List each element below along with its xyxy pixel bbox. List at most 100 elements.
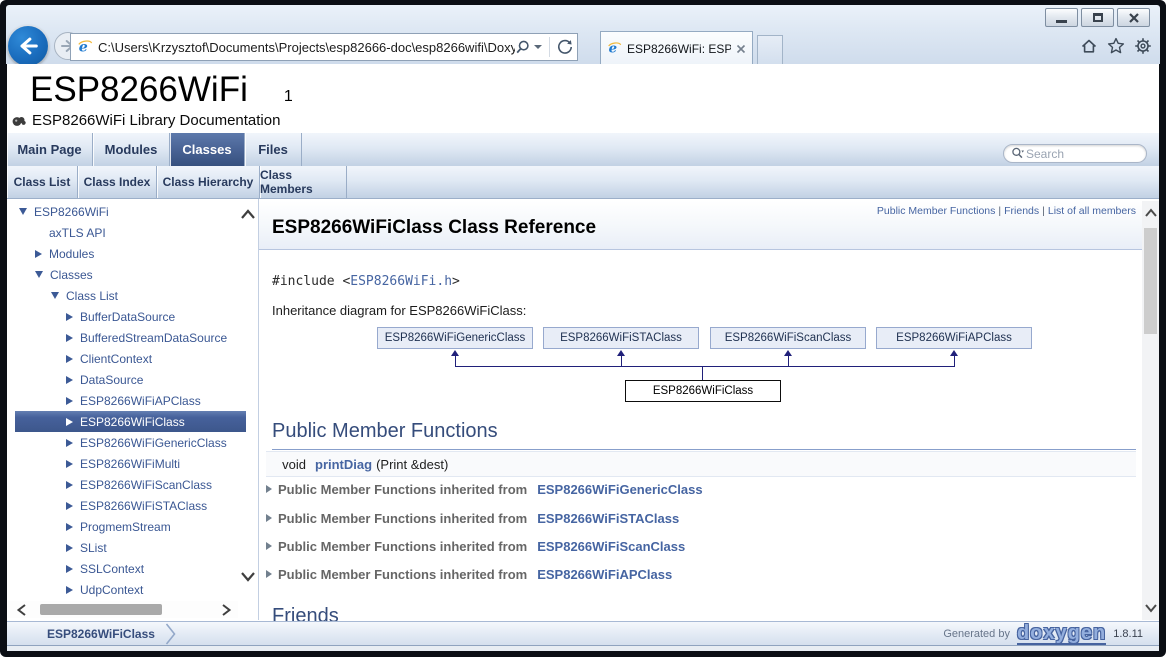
address-dropdown-icon[interactable] <box>534 45 542 49</box>
member-name-link[interactable]: printDiag <box>315 457 372 472</box>
tab-modules[interactable]: Modules <box>93 133 170 166</box>
summary-link-public-member-functions[interactable]: Public Member Functions <box>877 205 995 217</box>
breadcrumb-item[interactable]: ESP8266WiFiClass <box>47 627 155 641</box>
tree-item-clientcontext[interactable]: ClientContext <box>66 348 290 369</box>
tree-item-modules[interactable]: Modules <box>35 243 259 264</box>
tree-item-axtls-api[interactable]: axTLS API <box>35 222 259 243</box>
tree-item-esp8266wifimulti[interactable]: ESP8266WiFiMulti <box>66 453 290 474</box>
inherited-section-apclass[interactable]: Public Member Functions inherited from E… <box>266 561 672 587</box>
refresh-icon[interactable] <box>557 39 573 55</box>
horizontal-scroll-thumb[interactable] <box>40 604 162 615</box>
scroll-down-button[interactable] <box>1142 598 1159 618</box>
sidebar-scroll-down-icon[interactable] <box>240 571 256 583</box>
tree-item-bufferedstreamdatasource[interactable]: BufferedStreamDataSource <box>66 327 290 348</box>
scroll-right-icon[interactable] <box>221 603 232 617</box>
favorites-button[interactable] <box>1107 37 1125 55</box>
vertical-scroll-thumb[interactable] <box>1144 228 1157 334</box>
tree-item-esp8266wifistaclass[interactable]: ESP8266WiFiSTAClass <box>66 495 290 516</box>
tab-class-index[interactable]: Class Index <box>78 166 157 198</box>
tree-collapsed-icon[interactable] <box>66 523 73 531</box>
tab-close-icon[interactable] <box>736 44 746 54</box>
tree-collapsed-icon[interactable] <box>66 376 73 384</box>
tree-item-esp8266wifi[interactable]: ESP8266WiFi <box>19 201 243 222</box>
maximize-button[interactable] <box>1081 8 1114 27</box>
scroll-up-button[interactable] <box>1142 203 1159 223</box>
search-magnifier-icon[interactable] <box>1011 147 1024 160</box>
inherited-class-link[interactable]: ESP8266WiFiScanClass <box>537 539 685 554</box>
expand-arrow-icon[interactable] <box>266 514 272 522</box>
tree-expanded-icon[interactable] <box>35 271 43 278</box>
tree-item-esp8266wifigenericclass[interactable]: ESP8266WiFiGenericClass <box>66 432 290 453</box>
diagram-box-staclass[interactable]: ESP8266WiFiSTAClass <box>543 327 699 349</box>
home-button[interactable] <box>1080 37 1098 55</box>
tab-class-members[interactable]: Class Members <box>260 166 347 198</box>
tree-item-esp8266wificlass-selected[interactable]: ESP8266WiFiClass <box>15 411 246 432</box>
inherited-section-staclass[interactable]: Public Member Functions inherited from E… <box>266 505 679 531</box>
minimize-button[interactable] <box>1045 8 1078 27</box>
summary-link-all-members[interactable]: List of all members <box>1048 205 1136 217</box>
tab-files[interactable]: Files <box>245 133 302 166</box>
tree-collapsed-icon[interactable] <box>66 334 73 342</box>
tree-collapsed-icon[interactable] <box>66 565 73 573</box>
page-title: ESP8266WiFiClass Class Reference <box>272 217 596 239</box>
summary-link-friends[interactable]: Friends <box>1004 205 1039 217</box>
tree-item-esp8266wifiapclass[interactable]: ESP8266WiFiAPClass <box>66 390 290 411</box>
expand-arrow-icon[interactable] <box>266 485 272 493</box>
search-input[interactable] <box>1026 147 1140 161</box>
tab-main-page[interactable]: Main Page <box>7 133 93 166</box>
inherited-class-link[interactable]: ESP8266WiFiSTAClass <box>537 511 679 526</box>
tree-collapsed-icon[interactable] <box>66 460 73 468</box>
expand-arrow-icon[interactable] <box>266 570 272 578</box>
tree-item-datasource[interactable]: DataSource <box>66 369 290 390</box>
tree-collapsed-icon[interactable] <box>66 355 73 363</box>
tree-collapsed-icon[interactable] <box>66 397 73 405</box>
sidebar-scroll-up-icon[interactable] <box>240 208 256 220</box>
tree-item-class-list[interactable]: Class List <box>51 285 275 306</box>
scroll-left-icon[interactable] <box>16 603 27 617</box>
back-button[interactable] <box>8 26 48 66</box>
inherited-section-scanclass[interactable]: Public Member Functions inherited from E… <box>266 533 685 559</box>
tree-item-sslcontext[interactable]: SSLContext <box>66 558 290 579</box>
inherited-section-genericclass[interactable]: Public Member Functions inherited from E… <box>266 476 703 502</box>
tree-item-udpcontext[interactable]: UdpContext <box>66 579 290 600</box>
tree-item-slist[interactable]: SList <box>66 537 290 558</box>
include-file-link[interactable]: ESP8266WiFi.h <box>350 274 452 289</box>
tree-collapsed-icon[interactable] <box>66 586 73 594</box>
inherited-class-link[interactable]: ESP8266WiFiGenericClass <box>537 482 702 497</box>
doxygen-logo[interactable]: doxygen <box>1017 623 1106 645</box>
tree-collapsed-icon[interactable] <box>66 502 73 510</box>
tree-expanded-icon[interactable] <box>19 208 27 215</box>
diagram-box-genericclass[interactable]: ESP8266WiFiGenericClass <box>377 327 533 349</box>
tree-item-bufferdatasource[interactable]: BufferDataSource <box>66 306 290 327</box>
content-vertical-scrollbar[interactable] <box>1142 201 1159 620</box>
tree-item-progmemstream[interactable]: ProgmemStream <box>66 516 290 537</box>
close-icon <box>1128 12 1140 24</box>
tree-item-esp8266wifiscanclass[interactable]: ESP8266WiFiScanClass <box>66 474 290 495</box>
tree-collapsed-icon[interactable] <box>66 544 73 552</box>
sidebar-horizontal-scrollbar[interactable] <box>8 601 238 618</box>
address-bar[interactable]: e <box>70 33 578 61</box>
diagram-box-scanclass[interactable]: ESP8266WiFiScanClass <box>710 327 866 349</box>
expand-arrow-icon[interactable] <box>266 542 272 550</box>
tab-class-hierarchy[interactable]: Class Hierarchy <box>157 166 260 198</box>
tree-collapsed-icon[interactable] <box>35 250 42 258</box>
tab-class-list[interactable]: Class List <box>7 166 78 198</box>
inherited-class-link[interactable]: ESP8266WiFiAPClass <box>537 567 672 582</box>
tab-classes[interactable]: Classes <box>170 133 245 166</box>
browser-tab[interactable]: e ESP8266WiFi: ESP8266WiFi... <box>600 31 753 65</box>
new-tab-button[interactable] <box>757 35 783 64</box>
settings-button[interactable] <box>1134 37 1152 55</box>
tree-collapsed-icon[interactable] <box>66 481 73 489</box>
section-heading-public-member-functions: Public Member Functions <box>272 420 1136 450</box>
tree-item-classes[interactable]: Classes <box>35 264 259 285</box>
close-button[interactable] <box>1117 8 1150 27</box>
tree-collapsed-icon[interactable] <box>66 418 73 426</box>
search-icon[interactable] <box>515 40 530 55</box>
tree-expanded-icon[interactable] <box>51 292 59 299</box>
search-box[interactable] <box>1003 144 1147 163</box>
tree-collapsed-icon[interactable] <box>66 439 73 447</box>
tree-collapsed-icon[interactable] <box>66 313 73 321</box>
project-brief: ESP8266WiFi Library Documentation <box>12 112 280 129</box>
diagram-box-apclass[interactable]: ESP8266WiFiAPClass <box>876 327 1032 349</box>
address-input[interactable] <box>98 40 515 55</box>
